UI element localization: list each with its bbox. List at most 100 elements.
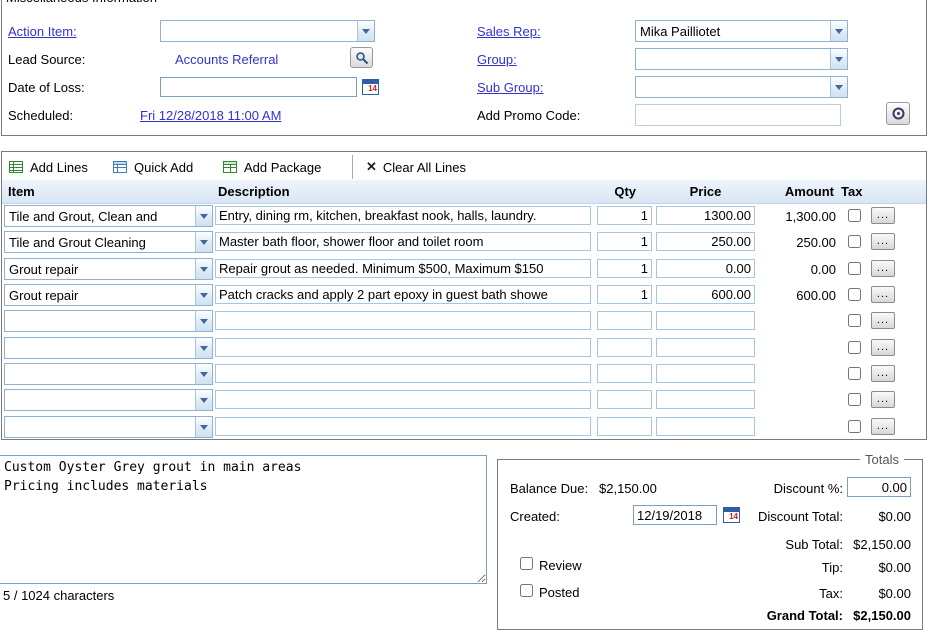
add-lines-label: Add Lines — [30, 160, 88, 175]
item-select-value — [5, 338, 195, 358]
item-select[interactable]: Grout repair — [4, 258, 213, 280]
notes-char-counter: 5 / 1024 characters — [3, 588, 114, 603]
quick-add-button[interactable]: Quick Add — [112, 156, 193, 178]
chevron-down-icon — [195, 417, 212, 437]
action-item-link[interactable]: Action Item: — [8, 24, 77, 39]
lead-source-value[interactable]: Accounts Referral — [175, 52, 278, 67]
description-input[interactable] — [215, 390, 591, 409]
price-input[interactable] — [656, 206, 755, 225]
scheduled-appointment-link[interactable]: Fri 12/28/2018 11:00 AM — [140, 108, 281, 123]
group-select[interactable] — [635, 48, 848, 70]
toolbar-separator — [352, 155, 353, 179]
scheduled-label: Scheduled: — [8, 108, 73, 123]
calendar-icon[interactable]: 14 — [362, 79, 379, 95]
header-tax: Tax — [841, 184, 862, 199]
sub-group-select[interactable] — [635, 76, 848, 98]
tax-checkbox[interactable] — [848, 262, 861, 275]
grand-total-label: Grand Total: — [683, 608, 843, 623]
qty-input[interactable] — [597, 338, 652, 357]
item-select[interactable] — [4, 310, 213, 332]
line-options-button[interactable]: ... — [871, 339, 895, 356]
tax-checkbox[interactable] — [848, 367, 861, 380]
add-package-button[interactable]: Add Package — [222, 156, 321, 178]
description-input[interactable] — [215, 232, 591, 251]
item-select[interactable] — [4, 416, 213, 438]
sub-group-link[interactable]: Sub Group: — [477, 80, 544, 95]
description-input[interactable] — [215, 417, 591, 436]
description-input[interactable] — [215, 206, 591, 225]
description-input[interactable] — [215, 311, 591, 330]
qty-input[interactable] — [597, 364, 652, 383]
sales-rep-select[interactable]: Mika Pailliotet — [635, 20, 848, 42]
promo-code-input[interactable] — [635, 104, 841, 126]
tax-checkbox[interactable] — [848, 420, 861, 433]
promo-icon — [891, 106, 906, 121]
clear-icon: ✕ — [366, 159, 377, 175]
line-options-button[interactable]: ... — [871, 286, 895, 303]
item-select[interactable] — [4, 389, 213, 411]
item-select[interactable]: Tile and Grout Cleaning — [4, 231, 213, 253]
qty-input[interactable] — [597, 206, 652, 225]
item-select-value — [5, 417, 195, 437]
tax-checkbox[interactable] — [848, 288, 861, 301]
chevron-down-icon — [195, 364, 212, 384]
description-input[interactable] — [215, 364, 591, 383]
price-input[interactable] — [656, 232, 755, 251]
item-select-value — [5, 311, 195, 331]
price-input[interactable] — [656, 390, 755, 409]
amount-value: 600.00 — [760, 288, 836, 303]
promo-info-button[interactable] — [886, 102, 910, 125]
qty-input[interactable] — [597, 417, 652, 436]
qty-input[interactable] — [597, 311, 652, 330]
item-select[interactable] — [4, 337, 213, 359]
date-of-loss-input[interactable] — [160, 77, 357, 97]
description-input[interactable] — [215, 259, 591, 278]
item-select[interactable] — [4, 363, 213, 385]
lead-source-search-button[interactable] — [350, 47, 373, 68]
tax-checkbox[interactable] — [848, 235, 861, 248]
item-select[interactable]: Tile and Grout, Clean and — [4, 205, 213, 227]
line-options-button[interactable]: ... — [871, 233, 895, 250]
sales-rep-link[interactable]: Sales Rep: — [477, 24, 541, 39]
tax-checkbox[interactable] — [848, 393, 861, 406]
price-input[interactable] — [656, 259, 755, 278]
clear-all-lines-label: Clear All Lines — [383, 160, 466, 175]
item-select-value: Tile and Grout, Clean and — [5, 206, 195, 226]
description-input[interactable] — [215, 285, 591, 304]
price-input[interactable] — [656, 338, 755, 357]
price-input[interactable] — [656, 417, 755, 436]
line-options-button[interactable]: ... — [871, 391, 895, 408]
price-input[interactable] — [656, 285, 755, 304]
balance-due-value: $2,150.00 — [599, 481, 657, 496]
qty-input[interactable] — [597, 259, 652, 278]
posted-checkbox[interactable] — [520, 584, 533, 597]
created-date-input[interactable] — [633, 505, 717, 525]
item-select[interactable]: Grout repair — [4, 284, 213, 306]
line-options-button[interactable]: ... — [871, 207, 895, 224]
line-options-button[interactable]: ... — [871, 260, 895, 277]
price-input[interactable] — [656, 311, 755, 330]
tax-checkbox[interactable] — [848, 314, 861, 327]
discount-percent-input[interactable] — [847, 477, 911, 497]
tax-checkbox[interactable] — [848, 209, 861, 222]
tip-label: Tip: — [723, 560, 843, 575]
group-link[interactable]: Group: — [477, 52, 517, 67]
qty-input[interactable] — [597, 390, 652, 409]
notes-textarea[interactable]: Custom Oyster Grey grout in main areas P… — [0, 455, 487, 584]
tax-checkbox[interactable] — [848, 341, 861, 354]
action-item-select[interactable] — [160, 20, 375, 42]
qty-input[interactable] — [597, 232, 652, 251]
header-qty: Qty — [580, 184, 636, 199]
review-checkbox[interactable] — [520, 557, 533, 570]
clear-all-lines-button[interactable]: ✕ Clear All Lines — [366, 156, 466, 178]
item-select-value: Tile and Grout Cleaning — [5, 232, 195, 252]
invoice-editor-page: Miscellaneous Information Action Item: S… — [0, 0, 951, 635]
item-select-value: Grout repair — [5, 285, 195, 305]
line-options-button[interactable]: ... — [871, 418, 895, 435]
description-input[interactable] — [215, 338, 591, 357]
price-input[interactable] — [656, 364, 755, 383]
qty-input[interactable] — [597, 285, 652, 304]
add-lines-button[interactable]: Add Lines — [8, 156, 88, 178]
line-options-button[interactable]: ... — [871, 365, 895, 382]
line-options-button[interactable]: ... — [871, 312, 895, 329]
